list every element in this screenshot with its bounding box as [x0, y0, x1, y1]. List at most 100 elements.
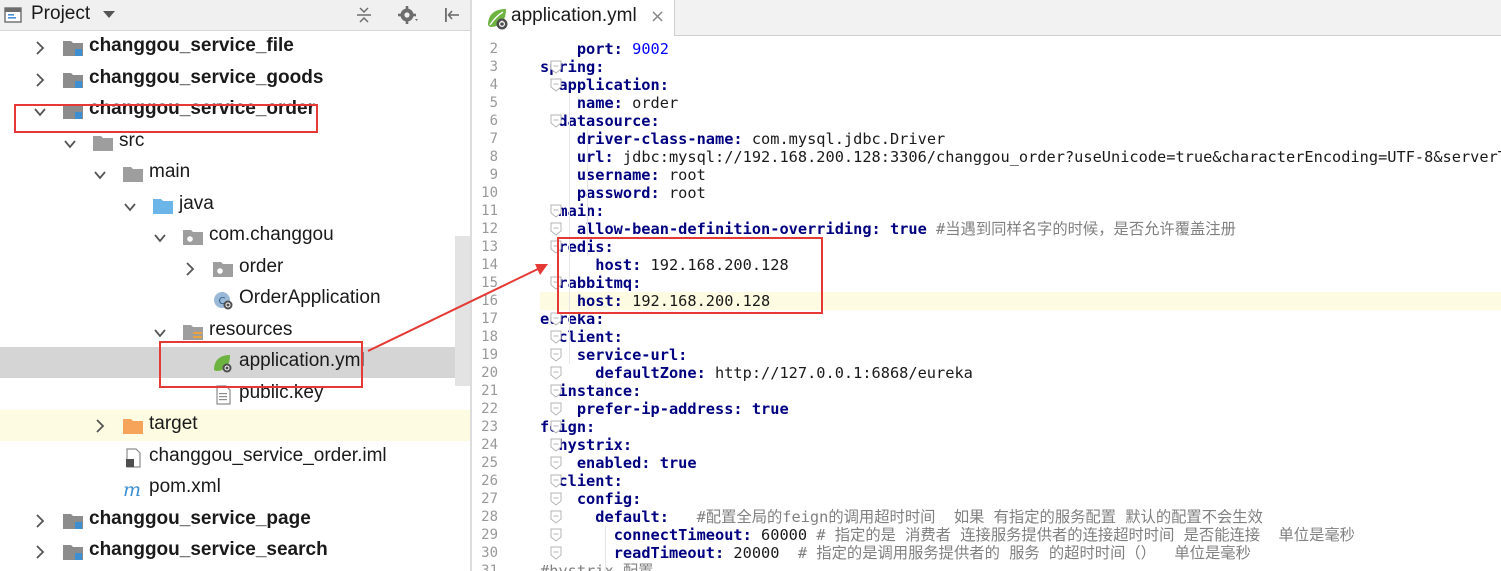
code-line[interactable]: config:	[540, 490, 1501, 508]
tree-item-main[interactable]: main	[0, 158, 470, 189]
chevron-right-icon[interactable]	[34, 545, 46, 559]
code-area[interactable]: port: 9002 spring: application: name: ord…	[540, 36, 1501, 571]
tree-item-changgou-service-order-iml[interactable]: changgou_service_order.iml	[0, 442, 470, 473]
code-line[interactable]: client:	[540, 472, 1501, 490]
tree-item-orderapplication[interactable]: C OrderApplication	[0, 284, 470, 315]
code-line[interactable]: instance:	[540, 382, 1501, 400]
code-line[interactable]: default: #配置全局的feign的调用超时时间 如果 有指定的服务配置 …	[540, 508, 1501, 526]
code-line[interactable]: name: order	[540, 94, 1501, 112]
tree-item-label: main	[149, 161, 191, 182]
chevron-down-icon[interactable]	[154, 232, 166, 246]
line-number: 8	[489, 149, 498, 165]
tree-item-changgou-service-file[interactable]: changgou_service_file	[0, 32, 470, 63]
tree-item-label: OrderApplication	[239, 287, 381, 308]
code-line[interactable]: service-url:	[540, 346, 1501, 364]
code-line[interactable]: redis:	[540, 238, 1501, 256]
chevron-right-icon[interactable]	[34, 41, 46, 55]
project-tool-window: Project changgou_service_file changgou_se…	[0, 0, 470, 571]
fold-marker-icon[interactable]	[550, 546, 562, 560]
tree-item-label: src	[119, 129, 145, 151]
tree-item-resources[interactable]: resources	[0, 316, 470, 347]
fold-marker-icon[interactable]	[550, 60, 562, 74]
chevron-right-icon[interactable]	[94, 419, 106, 433]
folder-icon	[122, 164, 144, 184]
fold-marker-icon[interactable]	[550, 78, 562, 92]
tree-item-changgou-service-page[interactable]: changgou_service_page	[0, 505, 470, 536]
chevron-right-icon[interactable]	[34, 72, 46, 87]
code-line[interactable]: driver-class-name: com.mysql.jdbc.Driver	[540, 130, 1501, 148]
chevron-down-icon[interactable]	[154, 327, 166, 341]
tree-item-application-yml[interactable]: application.yml	[0, 347, 470, 378]
fold-marker-icon[interactable]	[550, 420, 562, 434]
tree-item-changgou-service-order[interactable]: changgou_service_order	[0, 95, 470, 126]
code-line[interactable]: spring:	[540, 58, 1501, 76]
code-line[interactable]: eureka:	[540, 310, 1501, 328]
tree-item-changgou-service-search[interactable]: changgou_service_search	[0, 536, 470, 567]
code-line[interactable]: hystrix:	[540, 436, 1501, 454]
code-line[interactable]: password: root	[540, 184, 1501, 202]
line-number: 14	[481, 257, 498, 273]
fold-marker-icon[interactable]	[550, 204, 562, 218]
tree-item-src[interactable]: src	[0, 127, 470, 158]
chevron-down-icon[interactable]	[34, 106, 46, 120]
scrollbar[interactable]	[455, 236, 470, 386]
tab-application-yml[interactable]: application.yml ×	[472, 0, 675, 36]
fold-marker-icon[interactable]	[550, 384, 562, 398]
tree-item-order[interactable]: order	[0, 253, 470, 284]
code-line[interactable]: datasource:	[540, 112, 1501, 130]
fold-marker-icon[interactable]	[550, 240, 562, 254]
code-line[interactable]: feign:	[540, 418, 1501, 436]
chevron-down-icon[interactable]	[64, 138, 76, 152]
fold-marker-icon[interactable]	[550, 402, 562, 416]
fold-marker-icon[interactable]	[550, 330, 562, 344]
fold-marker-icon[interactable]	[550, 474, 562, 488]
tree-item-pom-xml[interactable]: m pom.xml	[0, 473, 470, 504]
fold-marker-icon[interactable]	[550, 510, 562, 524]
code-line[interactable]: enabled: true	[540, 454, 1501, 472]
tree-item-com-changgou[interactable]: com.changgou	[0, 221, 470, 252]
fold-marker-icon[interactable]	[550, 114, 562, 128]
code-line[interactable]: username: root	[540, 166, 1501, 184]
fold-marker-icon[interactable]	[550, 276, 562, 290]
fold-marker-icon[interactable]	[550, 312, 562, 326]
hide-panel-icon[interactable]	[440, 4, 462, 26]
chevron-right-icon[interactable]	[184, 261, 196, 276]
fold-marker-icon[interactable]	[550, 492, 562, 506]
fold-marker-icon[interactable]	[550, 528, 562, 542]
code-line[interactable]: application:	[540, 76, 1501, 94]
module-folder-icon	[62, 70, 84, 90]
tree-item-target[interactable]: target	[0, 410, 470, 441]
code-line[interactable]: connectTimeout: 60000 # 指定的是 消费者 连接服务提供者…	[540, 526, 1501, 544]
code-line[interactable]: port: 9002	[540, 40, 1501, 58]
code-line[interactable]: host: 192.168.200.128	[540, 292, 1501, 310]
fold-marker-icon[interactable]	[550, 456, 562, 470]
line-number: 15	[481, 275, 498, 291]
fold-marker-icon[interactable]	[550, 222, 562, 236]
chevron-down-icon[interactable]	[103, 11, 115, 18]
tree-item-public-key[interactable]: public.key	[0, 379, 470, 410]
chevron-down-icon[interactable]	[94, 169, 106, 183]
collapse-all-icon[interactable]	[353, 4, 375, 26]
tree-item-changgou-service-goods[interactable]: changgou_service_goods	[0, 64, 470, 95]
project-view-selector[interactable]: Project	[31, 3, 90, 25]
chevron-right-icon[interactable]	[34, 513, 46, 528]
fold-marker-icon[interactable]	[550, 438, 562, 452]
fold-marker-icon[interactable]	[550, 366, 562, 380]
close-icon[interactable]: ×	[650, 6, 665, 27]
code-line[interactable]: client:	[540, 328, 1501, 346]
fold-marker-icon[interactable]	[550, 348, 562, 362]
code-line[interactable]: allow-bean-definition-overriding: true #…	[540, 220, 1501, 238]
gear-icon[interactable]	[397, 4, 419, 26]
code-line[interactable]: host: 192.168.200.128	[540, 256, 1501, 274]
line-number: 30	[481, 545, 498, 561]
spring-config-icon	[212, 353, 234, 373]
code-line[interactable]: main:	[540, 202, 1501, 220]
code-line[interactable]: prefer-ip-address: true	[540, 400, 1501, 418]
code-line[interactable]: defaultZone: http://127.0.0.1:6868/eurek…	[540, 364, 1501, 382]
code-line[interactable]: url: jdbc:mysql://192.168.200.128:3306/c…	[540, 148, 1501, 166]
code-line[interactable]: rabbitmq:	[540, 274, 1501, 292]
tree-item-java[interactable]: java	[0, 190, 470, 221]
chevron-down-icon[interactable]	[124, 201, 136, 215]
code-line[interactable]: readTimeout: 20000 # 指定的是调用服务提供者的 服务 的超时…	[540, 544, 1501, 562]
code-line[interactable]: #hystrix 配置	[540, 562, 1501, 571]
